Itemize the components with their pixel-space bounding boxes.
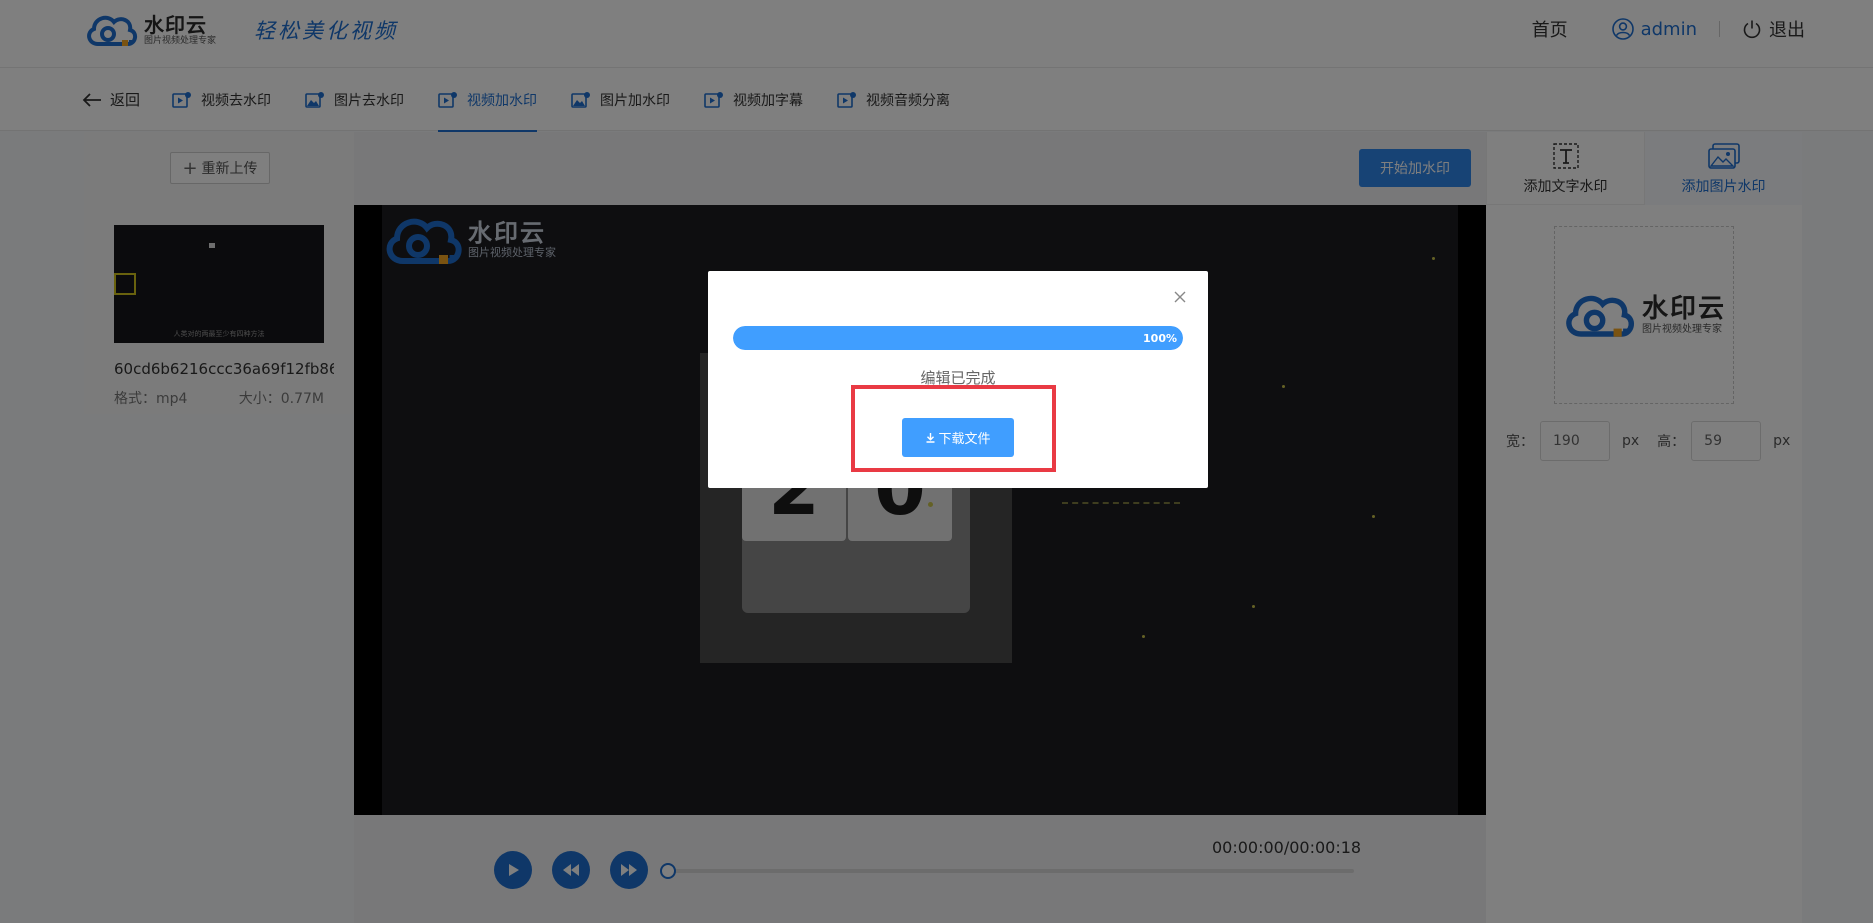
export-progress-fill: 100%	[733, 326, 1183, 350]
export-progress-text: 100%	[1143, 331, 1177, 345]
download-icon	[926, 433, 935, 443]
export-progress-bar: 100%	[733, 326, 1183, 350]
export-complete-dialog: 100% 编辑已完成 下载文件	[708, 271, 1208, 488]
download-label: 下载文件	[938, 432, 991, 447]
close-button[interactable]	[1170, 287, 1190, 307]
close-icon	[1174, 291, 1186, 303]
download-file-button[interactable]: 下载文件	[902, 418, 1014, 457]
